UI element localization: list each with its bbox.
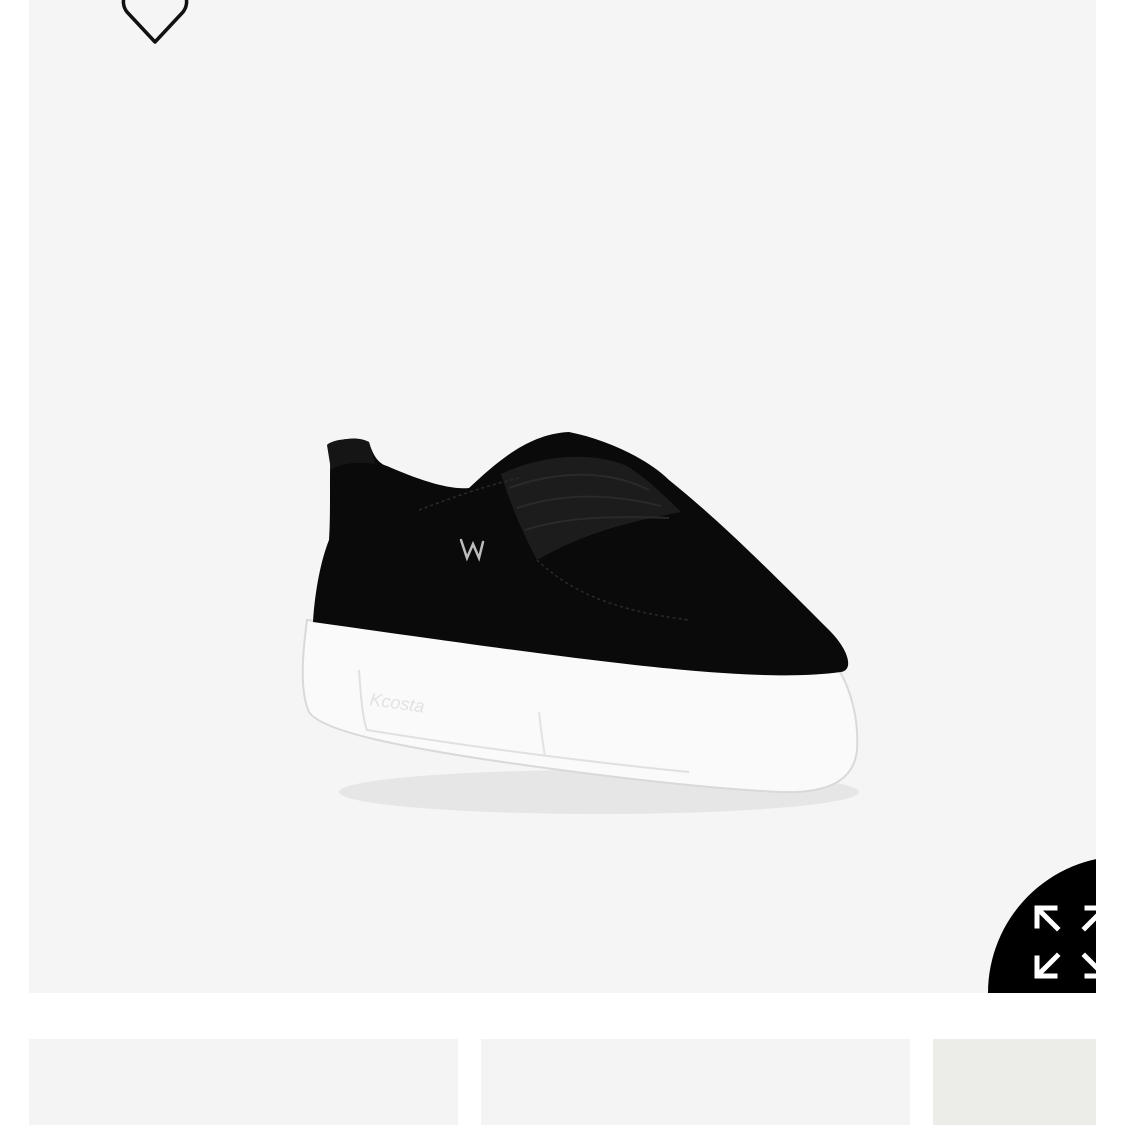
product-page: Kcosta — [0, 0, 1125, 1125]
thumbnail-2[interactable] — [481, 1039, 910, 1125]
heart-outline-icon — [121, 0, 189, 44]
product-shoe-image: Kcosta — [301, 432, 859, 814]
thumbnail-1[interactable] — [29, 1039, 458, 1125]
fullscreen-button[interactable] — [988, 856, 1096, 993]
thumbnail-strip — [0, 1039, 1125, 1125]
thumbnail-3[interactable] — [933, 1039, 1096, 1125]
wishlist-button[interactable] — [121, 0, 189, 46]
expand-arrows-icon — [1034, 905, 1096, 979]
product-main-image[interactable]: Kcosta — [29, 0, 1096, 993]
